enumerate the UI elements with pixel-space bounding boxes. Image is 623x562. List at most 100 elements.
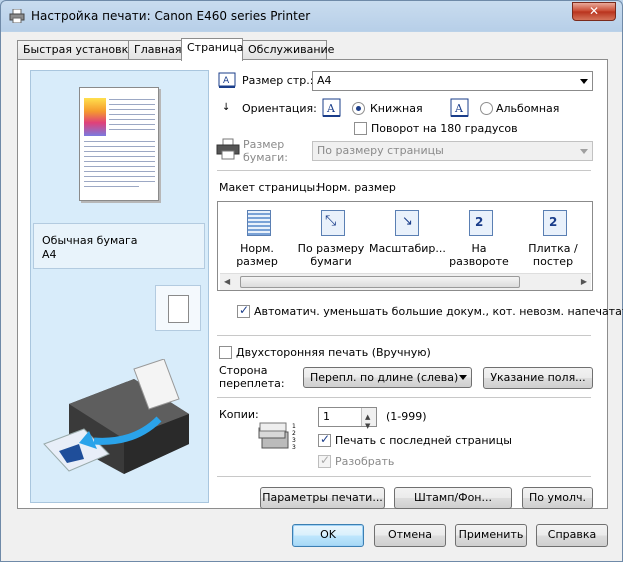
print-options-button[interactable]: Параметры печати... bbox=[260, 487, 385, 509]
copies-stepper[interactable]: ▲ ▼ bbox=[361, 408, 376, 430]
rotate-180-label: Поворот на 180 градусов bbox=[371, 122, 518, 135]
page-layout-list: Норм. размер ⤡ По размеру бумаги ↘ Масшт… bbox=[217, 201, 593, 291]
scroll-left-icon[interactable]: ◀ bbox=[224, 277, 230, 286]
binding-label-line1: Сторона bbox=[219, 364, 268, 377]
auto-reduce-checkbox[interactable] bbox=[237, 303, 250, 318]
cancel-button[interactable]: Отмена bbox=[374, 524, 446, 547]
binding-label-line2: переплета: bbox=[219, 377, 285, 390]
paper-size-label-line2: бумаги: bbox=[243, 151, 288, 164]
stamp-background-button[interactable]: Штамп/Фон... bbox=[394, 487, 512, 509]
layout-item-label: Плитка / bbox=[528, 242, 578, 255]
layout-item-tiling-poster[interactable]: 2 Плитка / постер bbox=[517, 206, 589, 270]
window-title: Настройка печати: Canon E460 series Prin… bbox=[31, 9, 311, 23]
collate-label: Разобрать bbox=[335, 455, 395, 468]
duplex-checkbox[interactable] bbox=[219, 346, 232, 359]
preview-line bbox=[109, 104, 155, 105]
defaults-button[interactable]: По умолч. bbox=[522, 487, 593, 509]
preview-line bbox=[84, 171, 155, 172]
copies-label: Копии: bbox=[219, 408, 259, 421]
layout-item-label: Масштабир... bbox=[369, 242, 446, 255]
title-bar: Настройка печати: Canon E460 series Prin… bbox=[1, 1, 622, 31]
divider bbox=[217, 335, 591, 336]
preview-image bbox=[84, 98, 106, 136]
tab-main[interactable]: Главная bbox=[128, 40, 184, 60]
landscape-radio[interactable] bbox=[480, 102, 493, 115]
rotate-180-checkbox[interactable] bbox=[354, 122, 367, 135]
layout-item-page-layout[interactable]: 2 На развороте bbox=[443, 206, 515, 270]
media-type-text: Обычная бумага bbox=[42, 234, 138, 247]
preview-line bbox=[109, 124, 155, 125]
svg-text:A: A bbox=[223, 76, 230, 86]
svg-text:A: A bbox=[326, 102, 336, 115]
paper-size-select[interactable]: По размеру страницы bbox=[312, 141, 593, 161]
chevron-down-icon bbox=[459, 375, 467, 380]
landscape-icon: A bbox=[450, 98, 469, 117]
reverse-order-checkbox[interactable] bbox=[318, 432, 331, 447]
printer-icon bbox=[9, 9, 25, 23]
layout-item-fit-to-paper[interactable]: ⤡ По размеру бумаги bbox=[295, 206, 367, 270]
preview-line bbox=[109, 119, 155, 120]
ok-button[interactable]: OK bbox=[292, 524, 364, 547]
layout-item-scaled[interactable]: ↘ Масштабир... bbox=[369, 206, 446, 270]
spin-down-icon[interactable]: ▼ bbox=[365, 417, 370, 435]
preview-line bbox=[109, 129, 155, 130]
landscape-label: Альбомная bbox=[496, 102, 560, 115]
binding-side-value: Перепл. по длине (слева) bbox=[310, 371, 459, 384]
tab-quick-setup[interactable]: Быстрая установка bbox=[17, 40, 135, 60]
svg-text:A: A bbox=[454, 102, 464, 115]
page-size-label: Размер стр.: bbox=[242, 74, 314, 87]
preview-line bbox=[84, 141, 155, 142]
preview-line bbox=[84, 151, 155, 152]
page-layout-label: Макет страницы: bbox=[219, 181, 319, 194]
collate-checkbox[interactable] bbox=[318, 453, 331, 468]
preview-line bbox=[84, 146, 155, 147]
chevron-down-icon bbox=[580, 149, 588, 154]
page-size-select[interactable]: A4 bbox=[312, 71, 593, 91]
paper-orientation-preview bbox=[155, 285, 201, 331]
layout-item-label: Норм. bbox=[240, 242, 274, 255]
svg-text:3: 3 bbox=[292, 437, 296, 444]
preview-line bbox=[84, 181, 155, 182]
duplex-label: Двухсторонняя печать (Вручную) bbox=[236, 346, 431, 359]
layout-item-label: размер bbox=[236, 255, 278, 268]
layout-item-label: По размеру bbox=[297, 242, 365, 255]
page-size-icon: A bbox=[218, 72, 236, 88]
printer-illustration-icon bbox=[43, 359, 189, 474]
preview-line bbox=[109, 99, 155, 100]
tab-page-setup[interactable]: Страница bbox=[181, 38, 243, 61]
arrow-down-icon: ↓ bbox=[222, 102, 231, 113]
page-preview bbox=[79, 87, 159, 201]
divider bbox=[217, 476, 591, 477]
svg-text:2: 2 bbox=[292, 430, 296, 437]
media-info: Обычная бумага A4 bbox=[33, 223, 205, 269]
preview-line bbox=[109, 114, 155, 115]
specify-margin-button[interactable]: Указание поля... bbox=[483, 367, 593, 389]
portrait-radio[interactable] bbox=[352, 102, 365, 115]
mini-sheet bbox=[168, 295, 189, 323]
binding-side-select[interactable]: Перепл. по длине (слева) bbox=[303, 367, 472, 388]
orientation-label: Ориентация: bbox=[242, 102, 317, 115]
chevron-down-icon bbox=[580, 79, 588, 84]
scroll-right-icon[interactable]: ▶ bbox=[581, 277, 587, 286]
layout-item-normal-size[interactable]: Норм. размер bbox=[221, 206, 293, 270]
tiling-poster-icon: 2 bbox=[543, 210, 567, 236]
help-button[interactable]: Справка bbox=[536, 524, 608, 547]
portrait-icon: A bbox=[322, 98, 341, 117]
fit-to-paper-icon: ⤡ bbox=[321, 210, 345, 236]
page-layout-icon: 2 bbox=[469, 210, 493, 236]
portrait-label: Книжная bbox=[370, 102, 423, 115]
media-size-text: A4 bbox=[42, 248, 57, 261]
copies-input[interactable]: 1 ▲ ▼ bbox=[318, 407, 377, 430]
layout-item-label: постер bbox=[532, 255, 574, 268]
preview-line bbox=[84, 176, 155, 177]
copies-stack-icon: 1 2 3 3 bbox=[258, 422, 296, 451]
layout-horizontal-scrollbar[interactable]: ◀ ▶ bbox=[220, 273, 591, 290]
normal-size-icon bbox=[247, 210, 271, 236]
svg-text:1: 1 bbox=[292, 423, 296, 430]
copies-range: (1-999) bbox=[386, 410, 427, 423]
apply-button[interactable]: Применить bbox=[455, 524, 527, 547]
scroll-thumb[interactable] bbox=[240, 276, 520, 288]
copies-value: 1 bbox=[323, 410, 330, 423]
tab-maintenance[interactable]: Обслуживание bbox=[242, 40, 334, 60]
close-button[interactable]: ✕ bbox=[572, 2, 616, 21]
